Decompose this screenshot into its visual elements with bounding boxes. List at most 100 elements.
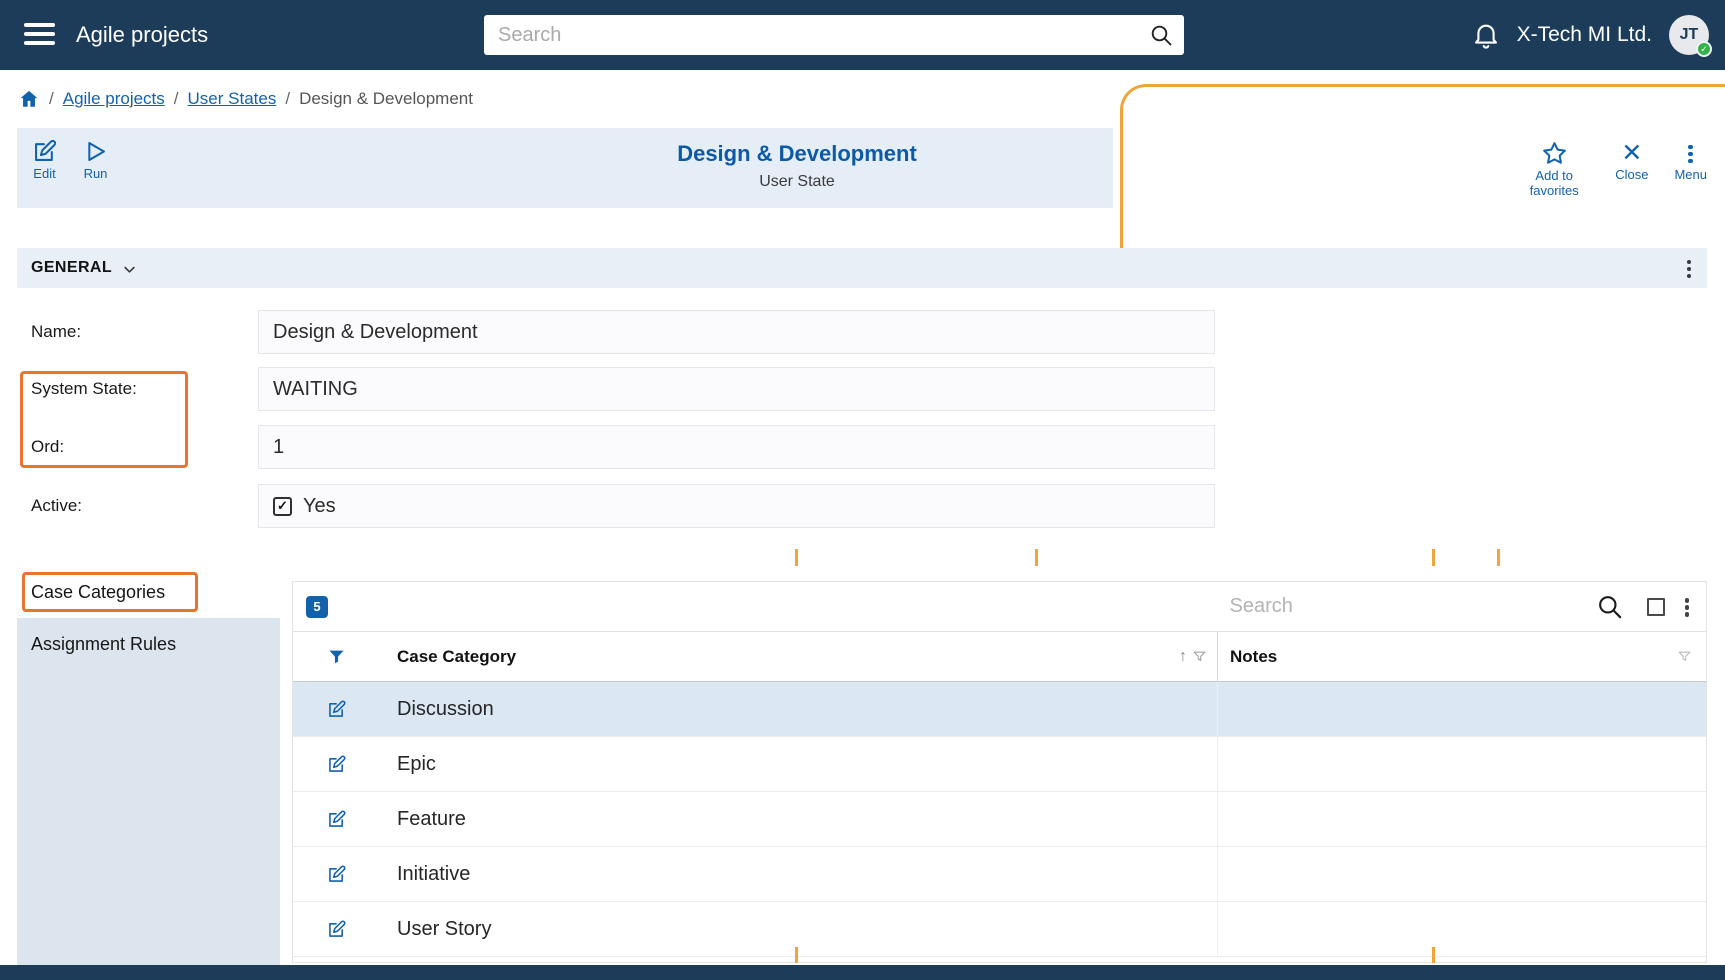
- star-icon: [1541, 140, 1568, 167]
- run-play-icon: [82, 138, 109, 165]
- workflow-line-decoration: [1035, 549, 1038, 566]
- grid-search-input[interactable]: [1230, 595, 1590, 618]
- search-icon[interactable]: [1596, 593, 1623, 620]
- name-value-text: Design & Development: [273, 321, 478, 344]
- active-checkbox-checked[interactable]: ✓: [273, 497, 292, 516]
- column-filter-icon[interactable]: [1192, 649, 1207, 664]
- row-edit-icon[interactable]: [326, 919, 347, 940]
- online-check-badge: ✓: [1696, 41, 1712, 57]
- system-state-field-value: WAITING: [258, 367, 1215, 411]
- bottom-bar: [0, 965, 1725, 980]
- add-to-favorites-button[interactable]: Add to favorites: [1519, 140, 1589, 199]
- edit-pencil-icon: [31, 138, 58, 165]
- global-search: [484, 15, 1184, 55]
- menu-button[interactable]: Menu: [1674, 140, 1707, 183]
- workflow-line-decoration: [1432, 947, 1435, 963]
- cell-notes: [1217, 902, 1706, 956]
- home-icon[interactable]: [18, 88, 40, 110]
- row-edit-icon[interactable]: [326, 754, 347, 775]
- run-button-label: Run: [84, 167, 108, 182]
- grid-toolbar: 5: [293, 582, 1706, 632]
- cell-notes: [1217, 737, 1706, 791]
- app-window: Agile projects X-Tech MI Ltd. JT ✓ / Agi…: [0, 0, 1725, 980]
- table-row-feature[interactable]: Feature: [293, 792, 1706, 847]
- breadcrumb-separator: /: [174, 89, 179, 109]
- avatar-initials: JT: [1680, 26, 1699, 44]
- cell-notes: [1217, 682, 1706, 736]
- row-edit-icon[interactable]: [326, 864, 347, 885]
- cell-case-category: Discussion: [397, 698, 494, 721]
- cell-case-category: Feature: [397, 808, 466, 831]
- cell-case-category: User Story: [397, 918, 491, 941]
- workflow-line-decoration: [1497, 549, 1500, 566]
- column-filter-icon[interactable]: [1677, 649, 1692, 664]
- table-row-initiative[interactable]: Initiative: [293, 847, 1706, 902]
- active-value-text: Yes: [303, 495, 336, 518]
- app-title: Agile projects: [76, 0, 208, 70]
- run-button[interactable]: Run: [82, 138, 109, 182]
- workflow-line-decoration: [795, 947, 798, 963]
- cell-notes: [1217, 847, 1706, 901]
- ord-field-label: Ord:: [31, 425, 64, 469]
- global-search-input[interactable]: [484, 15, 1184, 55]
- ord-value-text: 1: [273, 436, 284, 459]
- search-icon[interactable]: [1149, 23, 1173, 47]
- cell-case-category: Initiative: [397, 863, 470, 886]
- notifications-bell-icon[interactable]: [1472, 21, 1500, 49]
- edit-button[interactable]: Edit: [31, 138, 58, 182]
- breadcrumb-link-agile-projects[interactable]: Agile projects: [63, 89, 165, 109]
- section-kebab-menu-icon[interactable]: [1687, 255, 1692, 281]
- table-row-discussion[interactable]: Discussion: [293, 682, 1706, 737]
- select-view-square-icon[interactable]: [1647, 598, 1665, 616]
- topbar-right-group: X-Tech MI Ltd. JT ✓: [1472, 0, 1709, 70]
- hamburger-menu-icon[interactable]: [24, 23, 55, 50]
- user-avatar[interactable]: JT ✓: [1669, 15, 1709, 55]
- record-count-badge: 5: [306, 596, 328, 618]
- tab-assignment-rules-label: Assignment Rules: [31, 634, 176, 655]
- record-header: Design & Development User State: [677, 141, 917, 191]
- breadcrumb-separator: /: [49, 89, 54, 109]
- edit-button-label: Edit: [33, 167, 55, 182]
- organization-name: X-Tech MI Ltd.: [1517, 23, 1652, 47]
- workflow-line-decoration: [795, 549, 798, 566]
- menu-button-label: Menu: [1674, 168, 1707, 183]
- system-state-value-text: WAITING: [273, 378, 358, 401]
- favorites-button-label: Add to favorites: [1519, 169, 1589, 199]
- row-edit-icon[interactable]: [326, 809, 347, 830]
- filter-icon[interactable]: [327, 647, 346, 666]
- tab-case-categories-label: Case Categories: [31, 582, 165, 603]
- page-title: Design & Development: [677, 141, 917, 167]
- record-toolbar: Edit Run Design & Development User State: [17, 128, 1113, 208]
- column-header-case-category[interactable]: Case Category: [397, 647, 516, 667]
- general-section-header[interactable]: GENERAL: [17, 248, 1707, 288]
- general-section-title: GENERAL: [31, 259, 112, 277]
- table-row-user-story[interactable]: User Story: [293, 902, 1706, 957]
- table-row-epic[interactable]: Epic: [293, 737, 1706, 792]
- active-field-value: ✓ Yes: [258, 484, 1215, 528]
- kebab-menu-icon: [1688, 140, 1693, 166]
- grid-header-row: Case Category ↑ Notes: [293, 632, 1706, 682]
- tab-case-categories[interactable]: Case Categories: [17, 566, 280, 618]
- breadcrumb-link-user-states[interactable]: User States: [188, 89, 277, 109]
- record-toolbar-right: Add to favorites ✕ Close Menu: [1519, 128, 1707, 208]
- tab-assignment-rules[interactable]: Assignment Rules: [17, 618, 280, 670]
- cell-case-category: Epic: [397, 753, 436, 776]
- row-edit-icon[interactable]: [326, 699, 347, 720]
- chevron-down-icon[interactable]: [120, 260, 139, 279]
- detail-tabs: Case Categories Assignment Rules: [17, 566, 280, 965]
- top-nav-bar: Agile projects X-Tech MI Ltd. JT ✓: [0, 0, 1725, 70]
- cell-notes: [1217, 792, 1706, 846]
- breadcrumb-current: Design & Development: [299, 89, 473, 109]
- active-field-label: Active:: [31, 484, 82, 528]
- case-categories-grid: 5 Case Category ↑ Notes: [292, 581, 1707, 963]
- system-state-field-label: System State:: [31, 367, 137, 411]
- name-field-value: Design & Development: [258, 310, 1215, 354]
- breadcrumb-separator: /: [285, 89, 290, 109]
- name-field-label: Name:: [31, 310, 81, 354]
- close-button[interactable]: ✕ Close: [1615, 140, 1648, 183]
- grid-kebab-menu-icon[interactable]: [1685, 594, 1690, 620]
- column-header-notes[interactable]: Notes: [1230, 647, 1277, 667]
- page-subtitle: User State: [677, 173, 917, 191]
- ord-field-value: 1: [258, 425, 1215, 469]
- sort-ascending-icon[interactable]: ↑: [1179, 648, 1187, 666]
